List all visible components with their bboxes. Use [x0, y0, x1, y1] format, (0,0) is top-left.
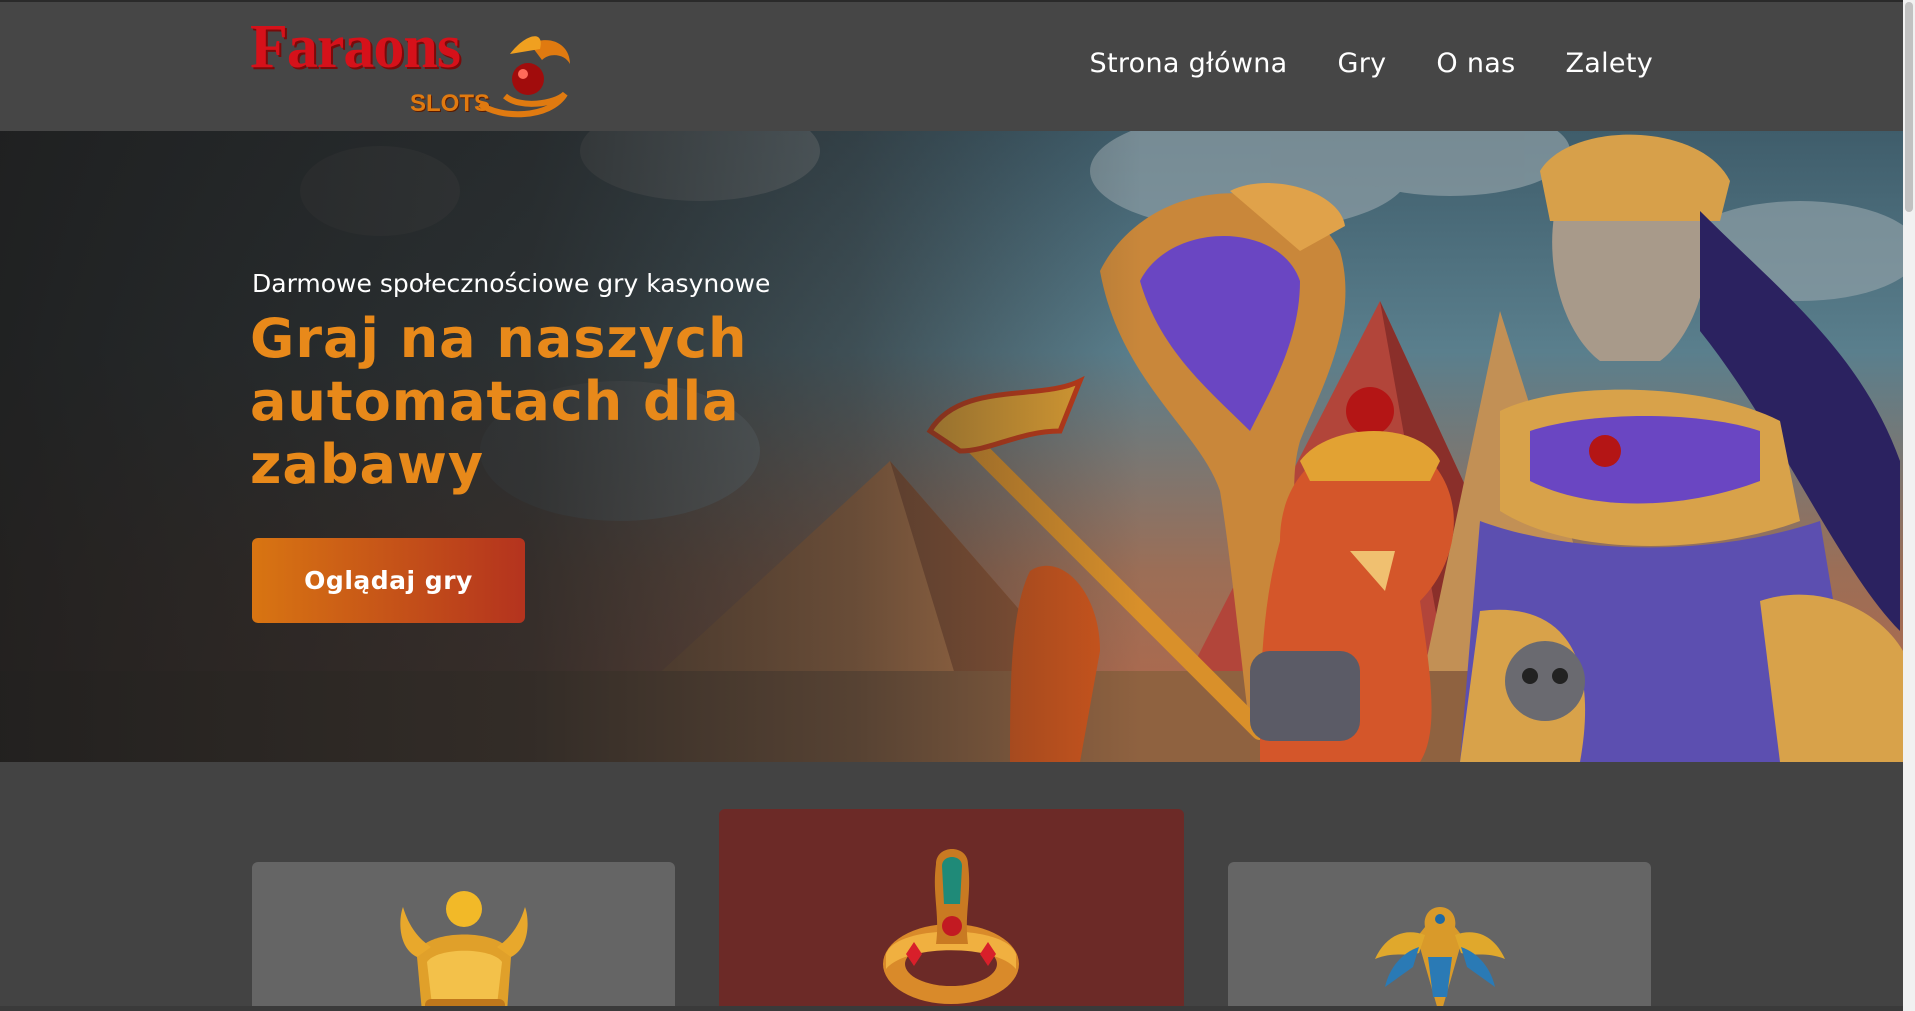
- nav-item-home[interactable]: Strona główna: [1090, 48, 1288, 79]
- hero-kicker: Darmowe społecznościowe gry kasynowe: [252, 269, 771, 298]
- feature-card-2[interactable]: [719, 809, 1184, 1011]
- site-header: Faraons SLOTS Strona główna Gry O nas Za…: [0, 0, 1903, 131]
- phoenix-emblem-icon: [478, 36, 570, 118]
- nav-item-games[interactable]: Gry: [1338, 48, 1387, 79]
- browse-games-button[interactable]: Oglądaj gry: [252, 538, 525, 623]
- hero-title: Graj na naszych automatach dla zabawy: [250, 307, 748, 496]
- site-logo[interactable]: Faraons SLOTS: [250, 16, 580, 120]
- hero-banner: Darmowe społecznościowe gry kasynowe Gra…: [0, 131, 1903, 762]
- golden-helmet-icon: [400, 891, 528, 1011]
- nav-item-about[interactable]: O nas: [1436, 48, 1515, 79]
- bottom-edge: [0, 1006, 1903, 1011]
- feature-card-1[interactable]: [252, 862, 675, 1011]
- main-nav: Strona główna Gry O nas Zalety: [1090, 48, 1653, 79]
- feature-card-3[interactable]: [1228, 862, 1651, 1011]
- vertical-scrollbar[interactable]: [1903, 0, 1915, 1011]
- nav-item-advantages[interactable]: Zalety: [1565, 48, 1653, 79]
- scrollbar-thumb[interactable]: [1905, 2, 1913, 212]
- page: Faraons SLOTS Strona główna Gry O nas Za…: [0, 0, 1915, 1011]
- cobra-crown-icon: [883, 849, 1019, 1004]
- logo-wordmark: Faraons: [250, 13, 461, 81]
- golden-falcon-icon: [1375, 907, 1505, 1011]
